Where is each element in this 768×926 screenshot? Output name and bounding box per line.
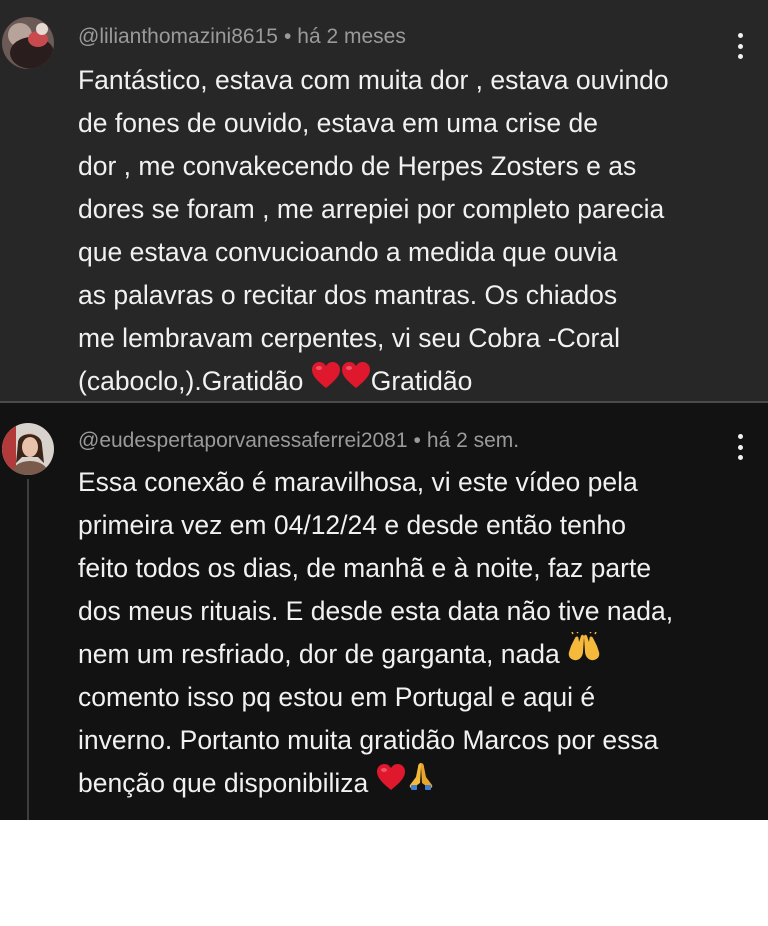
comment-meta: @lilianthomazini8615 • há 2 meses [78, 25, 406, 49]
comment-line-end: Gratidão [370, 366, 473, 396]
more-options-icon[interactable] [736, 33, 744, 59]
comment-line-start: (caboclo,).Gratidão [78, 366, 311, 396]
avatar[interactable] [2, 423, 54, 475]
comment-line: Essa conexão é maravilhosa, vi este víde… [78, 467, 638, 497]
comment-card: @eudespertaporvanessaferrei2081 • há 2 sem… [0, 403, 768, 820]
comment-line: feito todos os dias, de manhã e à noite,… [78, 553, 652, 583]
comment-line: as palavras o recitar dos mantras. Os ch… [78, 280, 618, 310]
folded-hands-icon [406, 761, 436, 804]
avatar[interactable] [2, 17, 54, 69]
comment-line: comento isso pq estou em Portugal e aqui… [78, 682, 596, 712]
reply-thread-line [27, 479, 29, 820]
comment-line: nem um resfriado, dor de garganta, nada [78, 630, 748, 676]
author-handle[interactable]: @lilianthomazini8615 [78, 25, 278, 48]
comment-line: que estava convucioando a medida que ouv… [78, 237, 618, 267]
comments-screen: @lilianthomazini8615 • há 2 meses Fantásti… [0, 0, 768, 926]
meta-separator: • [283, 25, 292, 48]
raising-hands-icon [567, 630, 601, 675]
comment-line: (caboclo,).Gratidão Gratidão [78, 360, 748, 403]
red-heart-icon [341, 359, 371, 402]
comment-line-start: nem um resfriado, dor de garganta, nada [78, 639, 568, 669]
comment-line: primeira vez em 04/12/24 e desde então t… [78, 510, 627, 540]
red-heart-icon [376, 761, 406, 804]
comment-time: há 2 meses [297, 25, 406, 48]
comment-time: há 2 sem. [426, 429, 520, 452]
comment-meta: @eudespertaporvanessaferrei2081 • há 2 sem… [78, 429, 519, 453]
comment-text: Essa conexão é maravilhosa, vi este víde… [78, 461, 748, 805]
comment-line: dores se foram , me arrepiei por complet… [78, 194, 665, 224]
meta-separator: • [413, 429, 421, 452]
comment-line-start: benção que disponibiliza [78, 768, 376, 798]
comment-line: me lembravam cerpentes, vi seu Cobra -Co… [78, 323, 620, 353]
comment-line: benção que disponibiliza [78, 762, 748, 805]
comment-line: dor , me convakecendo de Herpes Zosters … [78, 151, 637, 181]
more-options-icon[interactable] [736, 434, 744, 460]
comment-line: dos meus rituais. E desde esta data não … [78, 596, 674, 626]
comment-card: @lilianthomazini8615 • há 2 meses Fantásti… [0, 0, 768, 403]
comment-line: Fantástico, estava com muita dor , estav… [78, 65, 669, 95]
comment-line: de fones de ouvido, estava em uma crise … [78, 108, 598, 138]
red-heart-icon [311, 359, 341, 402]
comment-text: Fantástico, estava com muita dor , estav… [78, 59, 748, 403]
author-handle[interactable]: @eudespertaporvanessaferrei2081 [78, 429, 408, 452]
comment-line: inverno. Portanto muita gratidão Marcos … [78, 725, 659, 755]
